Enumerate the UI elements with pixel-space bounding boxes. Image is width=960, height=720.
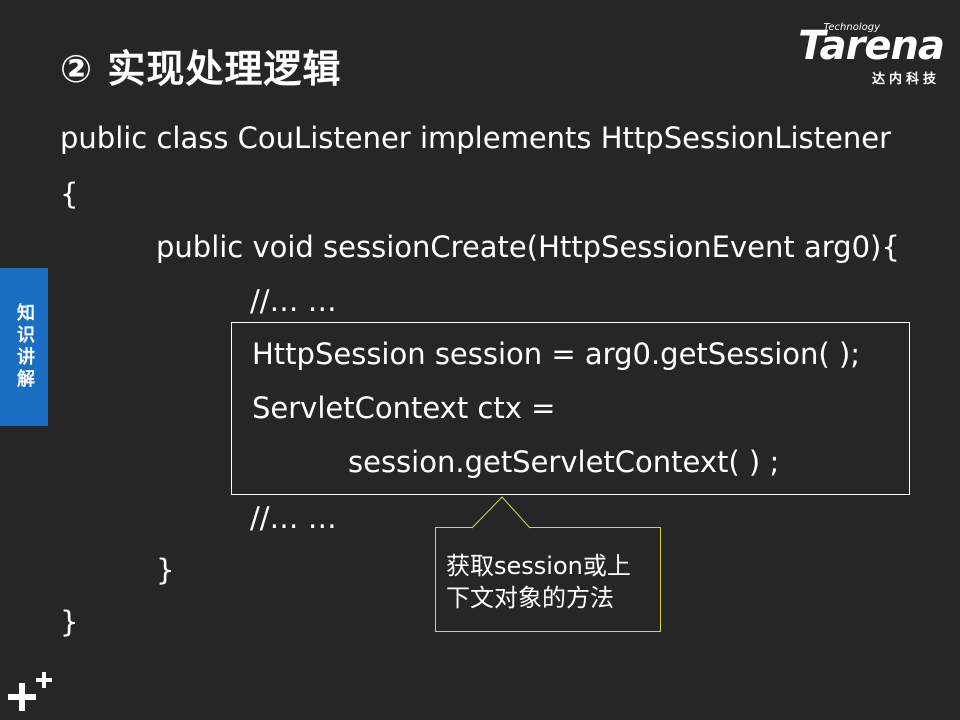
logo-brand-text: Tarena [798,23,945,69]
code-line-6: ServletContext ctx = [252,391,556,425]
callout-line-1: 获取session或上 [446,552,631,580]
side-tab-label: 知识讲解 [14,303,35,391]
code-line-8: //… … [250,501,337,535]
side-tab-knowledge: 知识讲解 [0,268,48,426]
callout-pointer [471,496,531,529]
code-line-2: { [60,177,79,211]
callout-box: 获取session或上 下文对象的方法 [435,527,661,632]
logo-chinese-text: 达内科技 [871,72,940,87]
code-line-3: public void sessionCreate(HttpSessionEve… [156,230,900,264]
code-line-10: } [60,605,79,639]
code-line-1: public class CouListener implements Http… [60,121,892,155]
tarena-logo: Technology Tarena 达内科技 [764,22,945,87]
plus-logo-icon [8,672,52,711]
slide-title: ② 实现处理逻辑 [60,47,342,91]
code-line-5: HttpSession session = arg0.getSession( )… [252,337,861,371]
code-line-7: session.getServletContext( ) ; [348,445,780,479]
code-line-9: } [156,553,175,587]
code-line-4: //… … [250,284,337,318]
callout-line-2: 下文对象的方法 [446,584,614,612]
